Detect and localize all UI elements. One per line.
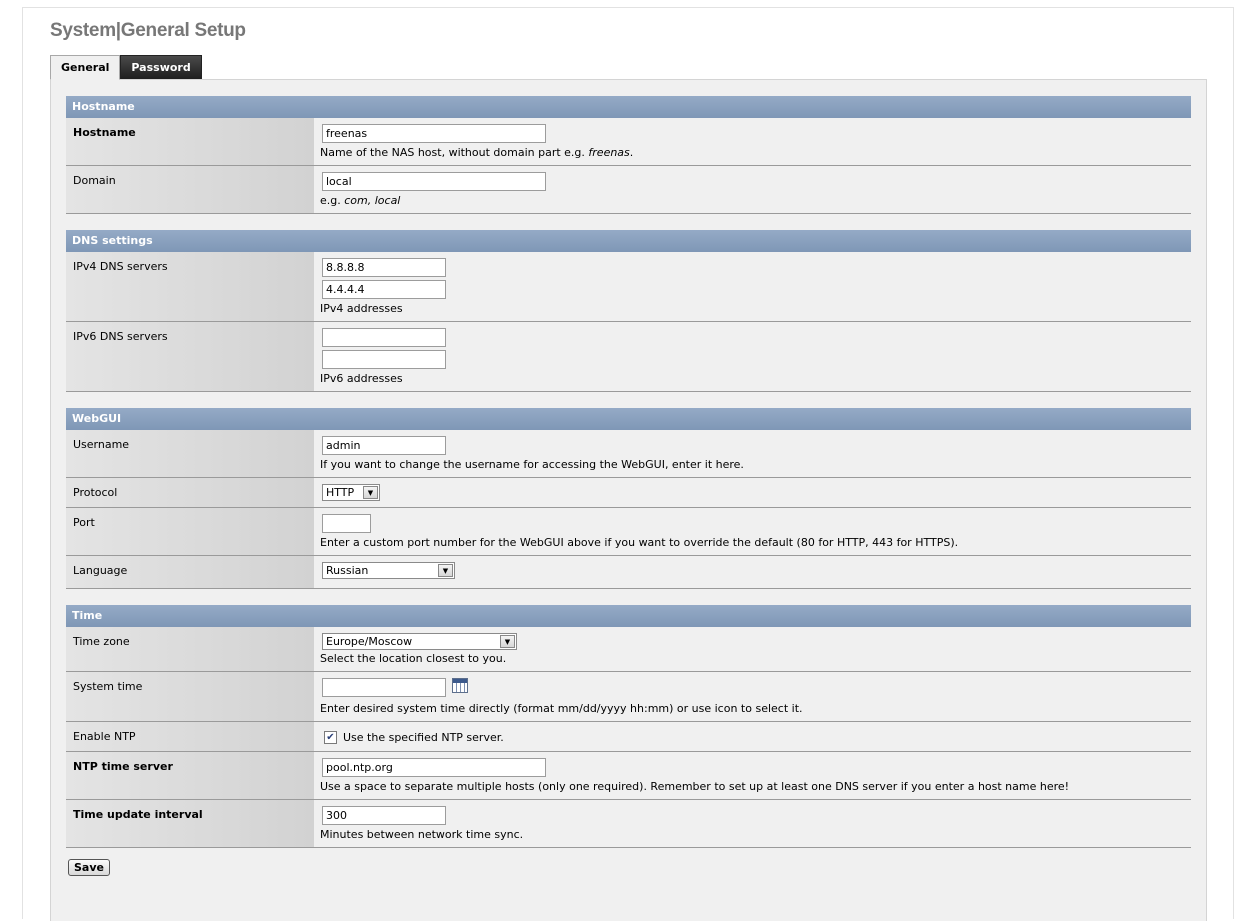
hostname-hint-text: Name of the NAS host, without domain par… [320,146,589,159]
domain-value-cell: e.g. com, local [314,166,1191,213]
row-port: Port Enter a custom port number for the … [66,508,1191,556]
enable-ntp-value-cell: ✔ Use the specified NTP server. [314,722,1191,751]
section-header-hostname: Hostname [66,96,1191,118]
check-icon: ✔ [326,732,335,743]
chevron-down-icon[interactable]: ▼ [363,486,378,499]
hostname-hint-suffix: . [629,146,634,159]
enable-ntp-checkbox-label: Use the specified NTP server. [343,731,504,744]
domain-hint: e.g. com, local [320,194,1185,207]
row-update-interval: Time update interval Minutes between net… [66,800,1191,848]
system-time-value-cell: Enter desired system time directly (form… [314,672,1191,721]
hostname-hint-example: freenas [588,146,630,159]
hostname-label: Hostname [66,118,314,165]
ipv4-dns-input-2[interactable] [322,280,446,299]
chevron-down-icon[interactable]: ▼ [500,635,515,648]
ntp-server-hint: Use a space to separate multiple hosts (… [320,780,1070,793]
ipv6-dns-label: IPv6 DNS servers [66,322,314,391]
save-button[interactable]: Save [68,859,110,876]
update-interval-value-cell: Minutes between network time sync. [314,800,1191,847]
row-language: Language Russian ▼ [66,556,1191,589]
port-label: Port [66,508,314,555]
update-interval-label: Time update interval [66,800,314,847]
ntp-server-input[interactable] [322,758,546,777]
tab-content: Hostname Hostname Name of the NAS host, … [50,79,1207,921]
row-ntp-server: NTP time server Use a space to separate … [66,752,1191,800]
language-value-cell: Russian ▼ [314,556,1191,588]
username-value-cell: If you want to change the username for a… [314,430,1191,477]
row-domain: Domain e.g. com, local [66,166,1191,214]
port-hint: Enter a custom port number for the WebGU… [320,536,959,549]
tab-general[interactable]: General [50,55,121,80]
page-title: System|General Setup [50,20,246,41]
page-container: System|General Setup General Password Ho… [22,7,1234,921]
update-interval-hint: Minutes between network time sync. [320,828,524,841]
ipv4-dns-input-1[interactable] [322,258,446,277]
hostname-value-cell: Name of the NAS host, without domain par… [314,118,1191,165]
settings-form: Hostname Hostname Name of the NAS host, … [66,96,1191,876]
ipv6-dns-input-2[interactable] [322,350,446,369]
ipv6-dns-value-cell: IPv6 addresses [314,322,1191,391]
domain-hint-example: com, local [344,194,401,207]
ntp-server-value-cell: Use a space to separate multiple hosts (… [314,752,1191,799]
ipv4-dns-hint: IPv4 addresses [320,302,403,315]
calendar-icon[interactable] [452,678,468,693]
row-timezone: Time zone Europe/Moscow ▼ Select the loc… [66,627,1191,672]
section-header-webgui: WebGUI [66,408,1191,430]
system-time-label: System time [66,672,314,721]
timezone-select[interactable]: Europe/Moscow ▼ [322,633,517,650]
language-selected-value: Russian [326,564,369,577]
enable-ntp-label: Enable NTP [66,722,314,751]
ipv6-dns-input-1[interactable] [322,328,446,347]
domain-label: Domain [66,166,314,213]
username-input[interactable] [322,436,446,455]
section-header-dns: DNS settings [66,230,1191,252]
row-enable-ntp: Enable NTP ✔ Use the specified NTP serve… [66,722,1191,752]
username-hint: If you want to change the username for a… [320,458,744,471]
section-header-time: Time [66,605,1191,627]
row-hostname: Hostname Name of the NAS host, without d… [66,118,1191,166]
port-input[interactable] [322,514,371,533]
system-time-input-group [320,678,1185,697]
domain-input[interactable] [322,172,546,191]
ntp-server-label: NTP time server [66,752,314,799]
protocol-label: Protocol [66,478,314,507]
tab-bar: General Password [50,55,202,80]
timezone-hint: Select the location closest to you. [320,652,507,665]
timezone-value-cell: Europe/Moscow ▼ Select the location clos… [314,627,1191,671]
system-time-hint: Enter desired system time directly (form… [320,702,803,715]
username-label: Username [66,430,314,477]
ipv6-dns-hint: IPv6 addresses [320,372,403,385]
language-select[interactable]: Russian ▼ [322,562,455,579]
tab-password[interactable]: Password [120,55,202,80]
protocol-selected-value: HTTP [326,486,355,499]
chevron-down-icon[interactable]: ▼ [438,564,453,577]
timezone-label: Time zone [66,627,314,671]
domain-hint-text: e.g. [320,194,345,207]
ipv4-dns-label: IPv4 DNS servers [66,252,314,321]
timezone-selected-value: Europe/Moscow [326,635,413,648]
enable-ntp-checkbox-group[interactable]: ✔ Use the specified NTP server. [324,731,1185,744]
ipv4-dns-value-cell: IPv4 addresses [314,252,1191,321]
language-label: Language [66,556,314,588]
protocol-select[interactable]: HTTP ▼ [322,484,380,501]
port-value-cell: Enter a custom port number for the WebGU… [314,508,1191,555]
row-ipv4-dns: IPv4 DNS servers IPv4 addresses [66,252,1191,322]
hostname-hint: Name of the NAS host, without domain par… [320,146,1185,159]
hostname-input[interactable] [322,124,546,143]
system-time-input[interactable] [322,678,446,697]
row-protocol: Protocol HTTP ▼ [66,478,1191,508]
row-system-time: System time Enter desired system time di… [66,672,1191,722]
row-ipv6-dns: IPv6 DNS servers IPv6 addresses [66,322,1191,392]
enable-ntp-checkbox[interactable]: ✔ [324,731,337,744]
protocol-value-cell: HTTP ▼ [314,478,1191,507]
row-username: Username If you want to change the usern… [66,430,1191,478]
update-interval-input[interactable] [322,806,446,825]
